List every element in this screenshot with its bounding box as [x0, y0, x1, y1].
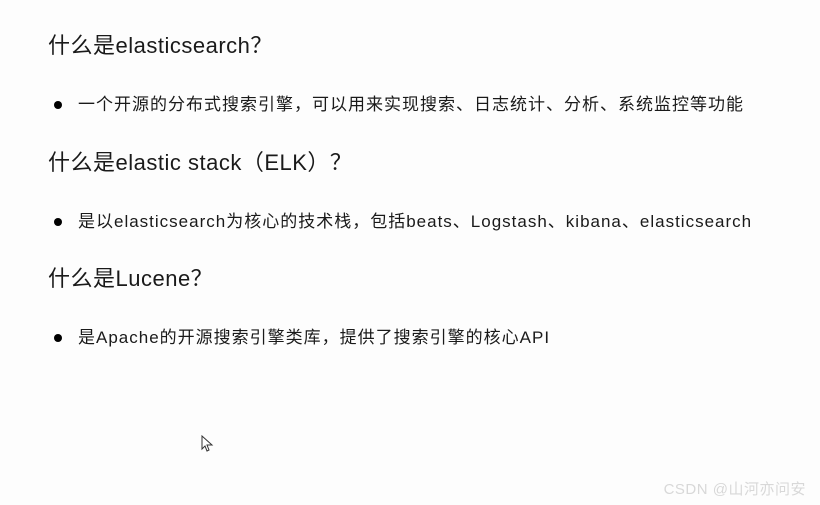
heading-elasticsearch: 什么是elasticsearch？: [48, 28, 772, 60]
list-item: 一个开源的分布式搜索引擎，可以用来实现搜索、日志统计、分析、系统监控等功能: [78, 84, 772, 127]
bullet-list: 一个开源的分布式搜索引擎，可以用来实现搜索、日志统计、分析、系统监控等功能: [48, 84, 772, 127]
heading-elk: 什么是elastic stack（ELK）？: [48, 145, 772, 177]
list-item: 是Apache的开源搜索引擎类库，提供了搜索引擎的核心API: [78, 317, 772, 360]
watermark: CSDN @山河亦问安: [664, 478, 806, 499]
list-item: 是以elasticsearch为核心的技术栈，包括beats、Logstash、…: [78, 201, 772, 244]
bullet-list: 是Apache的开源搜索引擎类库，提供了搜索引擎的核心API: [48, 317, 772, 360]
heading-lucene: 什么是Lucene？: [48, 261, 772, 293]
cursor-icon: [201, 435, 215, 453]
section-elk: 什么是elastic stack（ELK）？ 是以elasticsearch为核…: [48, 145, 772, 244]
bullet-list: 是以elasticsearch为核心的技术栈，包括beats、Logstash、…: [48, 201, 772, 244]
section-elasticsearch: 什么是elasticsearch？ 一个开源的分布式搜索引擎，可以用来实现搜索、…: [48, 28, 772, 127]
section-lucene: 什么是Lucene？ 是Apache的开源搜索引擎类库，提供了搜索引擎的核心AP…: [48, 261, 772, 360]
